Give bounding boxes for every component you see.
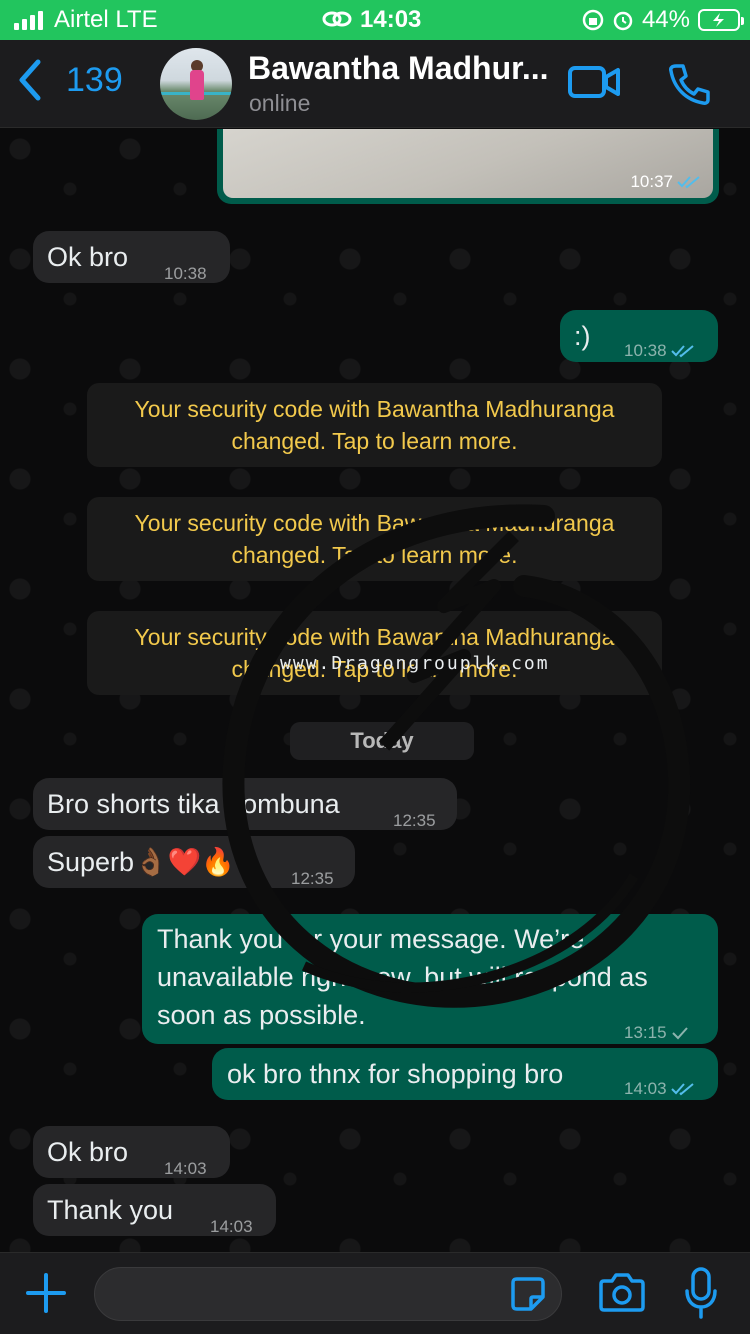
message-text: Ok bro [47, 242, 129, 272]
outgoing-message[interactable]: Thank you for your message. We’re unavai… [142, 914, 718, 1044]
back-button[interactable]: 139 [14, 58, 123, 102]
incoming-message[interactable]: Superb👌🏾❤️🔥 12:35 [33, 836, 355, 888]
battery-percent: 44% [641, 6, 690, 33]
incoming-message[interactable]: Thank you 14:03 [33, 1184, 276, 1236]
rotation-lock-icon [582, 9, 604, 31]
date-separator: Today [290, 722, 474, 760]
carrier-label: Airtel LTE [54, 6, 158, 33]
video-call-icon[interactable] [567, 62, 621, 102]
security-code-notice[interactable]: Your security code with Bawantha Madhura… [87, 497, 662, 581]
chevron-left-icon [19, 59, 41, 101]
message-text: Superb👌🏾❤️🔥 [47, 847, 235, 877]
message-text: Bro shorts tika hombuna [47, 789, 340, 819]
message-text: Ok bro [47, 1137, 129, 1167]
outgoing-message[interactable]: ok bro thnx for shopping bro 14:03 [212, 1048, 718, 1100]
check-icon [671, 1027, 688, 1040]
camera-icon[interactable] [598, 1271, 646, 1313]
security-code-notice[interactable]: Your security code with Bawantha Madhura… [87, 383, 662, 467]
message-time: 14:03 [210, 1217, 253, 1236]
image-attachment[interactable]: 10:37 [223, 129, 713, 198]
clock: 14:03 [360, 6, 422, 33]
alarm-icon [613, 11, 633, 31]
message-time: 10:38 [164, 264, 207, 283]
message-time: 14:03 [164, 1159, 207, 1178]
outgoing-message[interactable]: :) 10:38 [560, 310, 718, 362]
message-time: 13:15 [624, 1023, 667, 1042]
signal-icon [14, 10, 43, 30]
message-time: 12:35 [291, 869, 334, 888]
phone-call-icon[interactable] [666, 62, 712, 106]
avatar[interactable] [160, 48, 232, 120]
unread-count: 139 [66, 60, 123, 99]
double-check-icon [670, 1083, 694, 1096]
contact-name[interactable]: Bawantha Madhur... [248, 50, 548, 87]
image-message[interactable]: 10:37 [217, 129, 719, 204]
status-bar: Airtel LTE 14:03 44% [0, 0, 750, 40]
chat-header: 139 Bawantha Madhur... online [0, 40, 750, 128]
plus-icon[interactable] [24, 1271, 68, 1315]
link-icon [322, 11, 352, 27]
battery-icon [698, 9, 744, 31]
double-check-icon [677, 176, 700, 189]
contact-status: online [249, 90, 311, 116]
incoming-message[interactable]: Bro shorts tika hombuna 12:35 [33, 778, 457, 830]
composer-bar [0, 1252, 750, 1334]
double-check-icon [670, 345, 694, 358]
message-time: 10:37 [630, 172, 673, 191]
message-input[interactable] [94, 1267, 562, 1321]
incoming-message[interactable]: Ok bro 14:03 [33, 1126, 230, 1178]
message-text: Thank you [47, 1195, 174, 1225]
incoming-message[interactable]: Ok bro 10:38 [33, 231, 230, 283]
chat-area[interactable]: 10:37 Ok bro 10:38 :) 10:38 Your securit… [0, 129, 750, 1252]
message-text: ok bro thnx for shopping bro [227, 1059, 564, 1089]
microphone-icon[interactable] [684, 1267, 718, 1319]
sticker-icon[interactable] [509, 1275, 547, 1313]
watermark-url: www.Dragongrouplk.com [280, 653, 550, 674]
message-text: Thank you for your message. We’re unavai… [157, 924, 648, 1030]
message-time: 10:38 [624, 341, 667, 360]
message-time: 14:03 [624, 1079, 667, 1098]
message-time: 12:35 [393, 811, 436, 830]
message-text: :) [574, 321, 591, 351]
